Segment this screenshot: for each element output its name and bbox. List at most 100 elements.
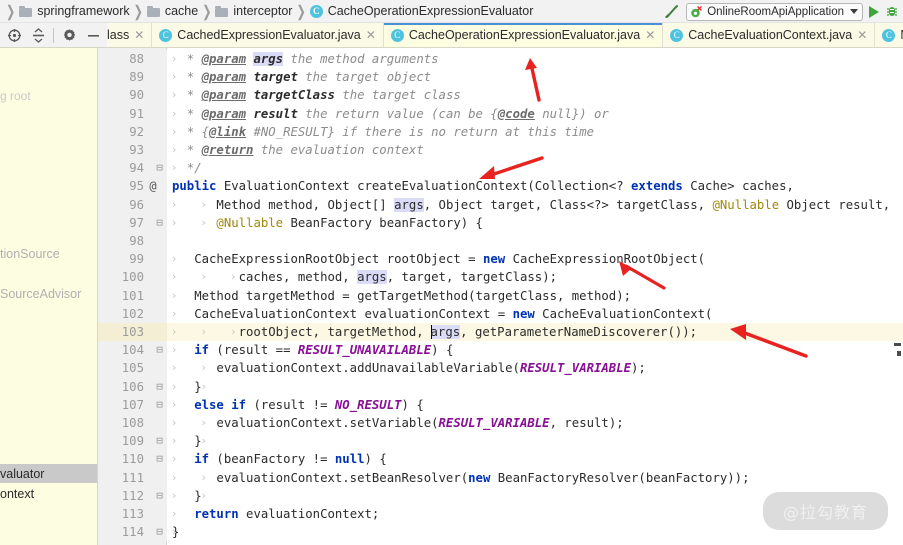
- code-text[interactable]: return evaluationContext;: [172, 505, 379, 523]
- code-text[interactable]: * {@link #NO_RESULT} if there is no retu…: [172, 123, 594, 141]
- code-line-91[interactable]: 91 › * @param result the return value (ca…: [98, 104, 903, 123]
- code-text[interactable]: evaluationContext.setBeanResolver(new Be…: [172, 469, 749, 487]
- code-line-107[interactable]: 107 ⊟ › › else if (result != NO_RESULT) {: [98, 395, 903, 414]
- list-item[interactable]: ontext: [0, 484, 97, 503]
- code-line-96[interactable]: 96 › › › Method method, Object[] args, Obje…: [98, 195, 903, 214]
- breadcrumb-right-toolbar: OnlineRoomApiApplication: [664, 0, 903, 23]
- code-text[interactable]: CacheExpressionRootObject rootObject = n…: [172, 250, 705, 268]
- code-text[interactable]: else if (result != NO_RESULT) {: [172, 396, 424, 414]
- code-line-110[interactable]: 110 ⊟ › › if (beanFactory != null) {: [98, 450, 903, 469]
- line-number: 90: [129, 88, 144, 103]
- list-item[interactable]: tionSource: [0, 244, 97, 263]
- line-number: 91: [129, 106, 144, 121]
- close-icon[interactable]: ✕: [857, 29, 867, 41]
- code-line-95[interactable]: 95 @ › public EvaluationContext createEvalu…: [98, 177, 903, 196]
- close-icon[interactable]: ✕: [645, 29, 655, 41]
- hide-icon[interactable]: [81, 23, 105, 47]
- gear-icon[interactable]: [57, 23, 81, 47]
- code-text[interactable]: evaluationContext.setVariable(RESULT_VAR…: [172, 414, 623, 432]
- code-line-93[interactable]: 93 › * @return the evaluation context: [98, 141, 903, 160]
- fold-marker-icon[interactable]: ⊟: [154, 487, 165, 505]
- code-line-100[interactable]: 100 › › › › caches, method, args, target, ta…: [98, 268, 903, 287]
- code-text[interactable]: * @param result the return value (can be…: [172, 105, 609, 123]
- list-item[interactable]: SourceAdvisor: [0, 284, 97, 303]
- run-configuration-label: OnlineRoomApiApplication: [707, 5, 844, 18]
- fold-marker-icon[interactable]: ⊟: [154, 159, 165, 177]
- code-text[interactable]: */: [172, 159, 202, 177]
- close-icon[interactable]: ✕: [134, 29, 144, 41]
- code-line-92[interactable]: 92 › * {@link #NO_RESULT} if there is no …: [98, 122, 903, 141]
- breadcrumb-item-class[interactable]: C CacheOperationExpressionEvaluator: [309, 0, 533, 23]
- editor-tab-cached-expression-evaluator[interactable]: C CachedExpressionEvaluator.java ✕: [152, 23, 384, 47]
- code-editor[interactable]: 88 › * @param args the method arguments 89…: [98, 48, 903, 545]
- editor-tab-cache-evaluation-context[interactable]: C CacheEvaluationContext.java ✕: [663, 23, 876, 47]
- chevron-down-icon[interactable]: [850, 9, 858, 14]
- code-line-111[interactable]: 111 › › › evaluationContext.setBeanResolver…: [98, 468, 903, 487]
- line-number: 108: [121, 416, 144, 430]
- locate-icon[interactable]: [2, 23, 26, 47]
- editor-tab-cache-operation-expression-evaluator[interactable]: C CacheOperationExpressionEvaluator.java…: [383, 23, 664, 47]
- code-text[interactable]: CacheEvaluationContext evaluationContext…: [172, 305, 712, 323]
- code-text[interactable]: caches, method, args, target, targetClas…: [172, 268, 557, 286]
- editor-tab-method-base[interactable]: C MethodBa: [875, 23, 903, 47]
- fold-marker-icon[interactable]: ⊟: [154, 396, 165, 414]
- code-line-88[interactable]: 88 › * @param args the method arguments: [98, 50, 903, 69]
- code-text[interactable]: public EvaluationContext createEvaluatio…: [172, 177, 794, 195]
- code-text[interactable]: * @param target the target object: [172, 68, 431, 86]
- line-number: 102: [121, 306, 144, 321]
- collapse-all-icon[interactable]: [26, 23, 50, 47]
- code-line-105[interactable]: 105 › › › evaluationContext.addUnavailableV…: [98, 359, 903, 378]
- code-text[interactable]: }: [172, 378, 201, 396]
- code-text[interactable]: Method method, Object[] args, Object tar…: [172, 196, 890, 214]
- code-line-106[interactable]: 106 ⊟ › › }: [98, 377, 903, 396]
- code-text[interactable]: if (result == RESULT_UNAVAILABLE) {: [172, 341, 453, 359]
- run-configuration-selector[interactable]: OnlineRoomApiApplication: [686, 2, 863, 21]
- close-icon[interactable]: ✕: [366, 29, 376, 41]
- code-line-89[interactable]: 89 › * @param target the target object: [98, 68, 903, 87]
- code-line-103[interactable]: 103 › › › › rootObject, targetMethod, args, …: [98, 323, 903, 342]
- code-line-108[interactable]: 108 › › › evaluationContext.setVariable(RES…: [98, 414, 903, 433]
- code-text[interactable]: * @param args the method arguments: [172, 50, 439, 68]
- code-line-90[interactable]: 90 › * @param targetClass the target clas…: [98, 86, 903, 105]
- fold-marker-icon[interactable]: ⊟: [154, 450, 165, 468]
- breadcrumb-separator: ❯: [296, 3, 306, 21]
- code-line-98[interactable]: 98: [98, 232, 903, 251]
- project-structure-panel[interactable]: g root tionSource SourceAdvisor valuator…: [0, 48, 98, 545]
- breadcrumb-item-interceptor[interactable]: interceptor: [215, 0, 292, 23]
- breadcrumb-item-cache[interactable]: cache: [146, 0, 198, 23]
- code-line-94[interactable]: 94 ⊟ › */: [98, 159, 903, 178]
- fold-marker-icon[interactable]: ⊟: [154, 432, 165, 450]
- code-line-99[interactable]: 99 › › CacheExpressionRootObject rootObjec…: [98, 250, 903, 269]
- code-text[interactable]: * @return the evaluation context: [172, 141, 424, 159]
- override-marker-icon[interactable]: @: [146, 177, 160, 195]
- scrollbar-mark: [894, 343, 901, 346]
- code-text[interactable]: * @param targetClass the target class: [172, 86, 461, 104]
- fold-marker-icon[interactable]: ⊟: [154, 214, 165, 232]
- code-text[interactable]: }: [172, 432, 201, 450]
- code-text[interactable]: if (beanFactory != null) {: [172, 450, 387, 468]
- run-icon[interactable]: [869, 5, 879, 18]
- code-text[interactable]: Method targetMethod = getTargetMethod(ta…: [172, 287, 631, 305]
- editor-scrollbar[interactable]: [890, 48, 903, 545]
- fold-marker-icon[interactable]: ⊟: [154, 378, 165, 396]
- watermark: @拉勾教育: [762, 492, 888, 530]
- debug-icon[interactable]: [885, 4, 899, 19]
- code-line-104[interactable]: 104 ⊟ › › if (result == RESULT_UNAVAILABLE)…: [98, 341, 903, 360]
- code-text[interactable]: }: [172, 523, 179, 541]
- code-line-101[interactable]: 101 › › Method targetMethod = getTargetMet…: [98, 286, 903, 305]
- line-number: 93: [129, 143, 144, 157]
- editor-tab-0[interactable]: lass ✕: [107, 23, 153, 47]
- fold-marker-icon[interactable]: ⊟: [154, 523, 165, 541]
- line-number: 113: [121, 507, 144, 521]
- code-line-109[interactable]: 109 ⊟ › › }: [98, 432, 903, 451]
- code-text[interactable]: rootObject, targetMethod, args, getParam…: [172, 323, 697, 341]
- breadcrumb-item-springframework[interactable]: springframework: [19, 0, 130, 23]
- list-item-selected[interactable]: valuator: [0, 464, 97, 483]
- code-line-102[interactable]: 102 › › CacheEvaluationContext evaluationC…: [98, 304, 903, 323]
- code-line-97[interactable]: 97 ⊟ › › › @Nullable BeanFactory beanFactory…: [98, 213, 903, 232]
- code-text[interactable]: }: [172, 487, 201, 505]
- code-text[interactable]: evaluationContext.addUnavailableVariable…: [172, 359, 645, 377]
- wrench-icon[interactable]: [664, 4, 680, 20]
- code-text[interactable]: @Nullable BeanFactory beanFactory) {: [172, 214, 483, 232]
- fold-marker-icon[interactable]: ⊟: [154, 341, 165, 359]
